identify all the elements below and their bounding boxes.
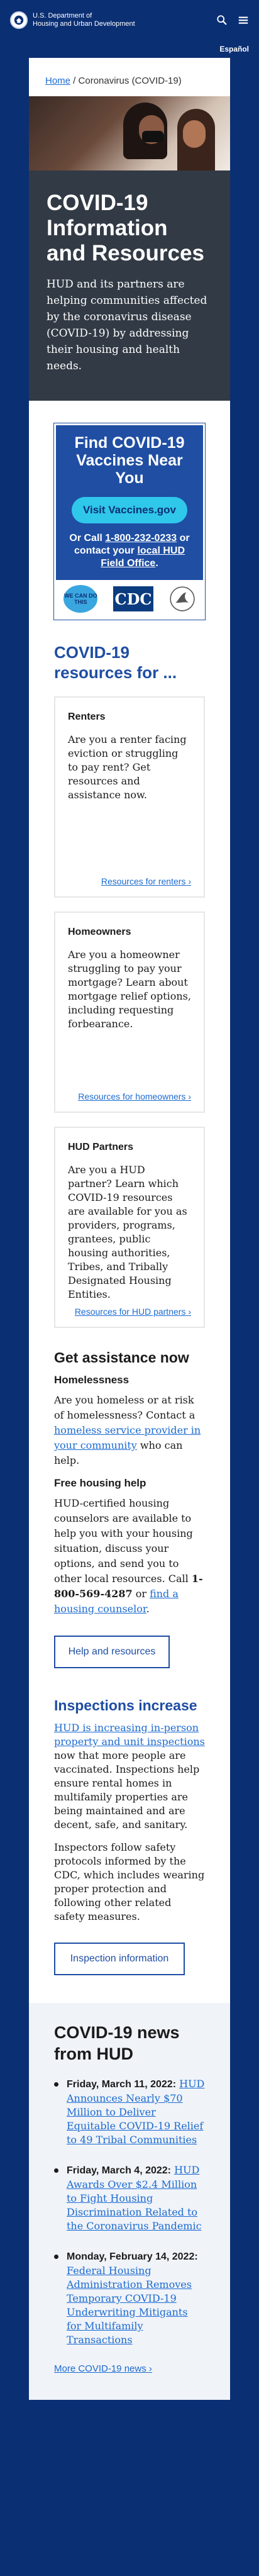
resources-title: COVID-19 resources for ... xyxy=(54,643,177,682)
vaccine-box-title: Find COVID-19 Vaccines Near You xyxy=(74,434,185,487)
language-bar: Español xyxy=(0,40,259,58)
text-part: . xyxy=(146,1603,150,1615)
news-title: COVID-19 news from HUD xyxy=(54,2023,180,2063)
agency-line-2: Housing and Urban Development xyxy=(33,20,135,28)
inspections-text-1: HUD is increasing in-person property and… xyxy=(54,1721,205,1832)
text-part: now that more people are vaccinated. Ins… xyxy=(54,1749,200,1831)
news-headline-link[interactable]: Federal Housing Administration Removes T… xyxy=(67,2265,192,2346)
news-item: Monday, February 14, 2022: Federal Housi… xyxy=(54,2250,205,2347)
card-text: Are you a renter facing eviction or stru… xyxy=(68,733,187,801)
help-resources-button[interactable]: Help and resources xyxy=(54,1636,170,1668)
renters-card: Renters Are you a renter facing eviction… xyxy=(54,696,205,898)
chevron-right-icon: › xyxy=(188,876,191,886)
chevron-right-icon: › xyxy=(188,1091,191,1101)
vaccine-finder-box: Find COVID-19 Vaccines Near You Visit Va… xyxy=(53,423,206,620)
news-date: Friday, March 11, 2022: xyxy=(67,2079,177,2090)
chevron-right-icon: › xyxy=(188,1307,191,1317)
card-text: Are you a HUD partner? Learn which COVID… xyxy=(68,1164,187,1300)
partner-logos: WE CAN DO THIS CDC xyxy=(56,580,203,618)
inspections-text-2: Inspectors follow safety protocols infor… xyxy=(54,1841,205,1922)
cdc-logo: CDC xyxy=(113,586,153,611)
breadcrumb: Home / Coronavirus (COVID-19) xyxy=(29,58,230,96)
text-part: Are you homeless or at risk of homelessn… xyxy=(54,1394,196,1421)
spanish-language-link[interactable]: Español xyxy=(219,45,249,53)
breadcrumb-separator: / xyxy=(70,75,79,86)
hero-photo xyxy=(29,96,230,170)
call-prefix: Or Call xyxy=(69,533,106,544)
page-title: COVID-19 Information and Resources xyxy=(47,191,204,265)
agency-name[interactable]: U.S. Department of Housing and Urban Dev… xyxy=(33,12,135,28)
hero-banner: COVID-19 Information and Resources HUD a… xyxy=(29,170,230,401)
assistance-title: Get assistance now xyxy=(54,1349,189,1366)
text-part: HUD-certified housing counselors are ava… xyxy=(54,1497,193,1585)
counseling-text: HUD-certified housing counselors are ava… xyxy=(54,1496,205,1617)
breadcrumb-home-link[interactable]: Home xyxy=(45,75,70,86)
news-date: Friday, March 4, 2022: xyxy=(67,2165,171,2176)
hud-partners-card: HUD Partners Are you a HUD partner? Lear… xyxy=(54,1127,205,1328)
news-date: Monday, February 14, 2022: xyxy=(67,2251,198,2262)
free-housing-help-heading: Free housing help xyxy=(54,1477,146,1489)
inspections-section: Inspections increase HUD is increasing i… xyxy=(29,1696,230,1975)
page-footer-band xyxy=(0,2400,259,2438)
assistance-section: Get assistance now Homelessness Are you … xyxy=(29,1342,230,1668)
card-heading: HUD Partners xyxy=(68,1142,134,1152)
search-icon[interactable] xyxy=(216,14,228,26)
news-list: Friday, March 11, 2022: HUD Announces Ne… xyxy=(54,2077,205,2347)
partners-resources-link[interactable]: Resources for HUD partners › xyxy=(68,1307,191,1317)
chevron-right-icon: › xyxy=(148,2363,152,2374)
renters-resources-link[interactable]: Resources for renters › xyxy=(68,876,191,886)
link-label: Resources for homeowners xyxy=(78,1091,186,1101)
call-suffix: . xyxy=(155,558,158,569)
link-label: Resources for HUD partners xyxy=(74,1307,186,1317)
vaccine-call-text: Or Call 1-800-232-0233 or contact your l… xyxy=(66,532,193,570)
agency-line-1: U.S. Department of xyxy=(33,12,92,20)
news-item: Friday, March 11, 2022: HUD Announces Ne… xyxy=(54,2077,205,2147)
text-part: or xyxy=(132,1588,150,1600)
we-can-do-this-logo: WE CAN DO THIS xyxy=(63,585,98,613)
card-heading: Homeowners xyxy=(68,927,131,937)
site-header: U.S. Department of Housing and Urban Dev… xyxy=(0,0,259,58)
more-news-link[interactable]: More COVID-19 news › xyxy=(54,2363,152,2374)
card-text: Are you a homeowner struggling to pay yo… xyxy=(68,949,191,1030)
inspection-info-button[interactable]: Inspection information xyxy=(54,1943,185,1975)
top-bar: U.S. Department of Housing and Urban Dev… xyxy=(0,0,259,40)
inspections-increase-link[interactable]: HUD is increasing in-person property and… xyxy=(54,1722,205,1748)
menu-icon[interactable] xyxy=(238,14,249,26)
homeowners-resources-link[interactable]: Resources for homeowners › xyxy=(68,1091,191,1101)
homelessness-text: Are you homeless or at risk of homelessn… xyxy=(54,1393,205,1468)
link-label: Resources for renters xyxy=(101,876,186,886)
homelessness-heading: Homelessness xyxy=(54,1374,130,1386)
hhs-eagle-icon xyxy=(169,586,196,612)
news-item: Friday, March 4, 2022: HUD Awards Over $… xyxy=(54,2163,205,2233)
card-heading: Renters xyxy=(68,711,106,722)
main-content: Home / Coronavirus (COVID-19) COVID-19 I… xyxy=(29,58,230,2400)
homeowners-card: Homeowners Are you a homeowner strugglin… xyxy=(54,912,205,1113)
visit-vaccines-button[interactable]: Visit Vaccines.gov xyxy=(71,497,188,523)
news-section: COVID-19 news from HUD Friday, March 11,… xyxy=(29,2003,230,2400)
link-label: More COVID-19 news xyxy=(54,2363,146,2374)
vaccine-phone-link[interactable]: 1-800-232-0233 xyxy=(105,533,177,544)
breadcrumb-current: Coronavirus (COVID-19) xyxy=(78,75,182,86)
hero-description: HUD and its partners are helping communi… xyxy=(47,278,207,372)
hud-seal-icon[interactable] xyxy=(10,11,28,29)
inspections-title: Inspections increase xyxy=(54,1697,197,1714)
